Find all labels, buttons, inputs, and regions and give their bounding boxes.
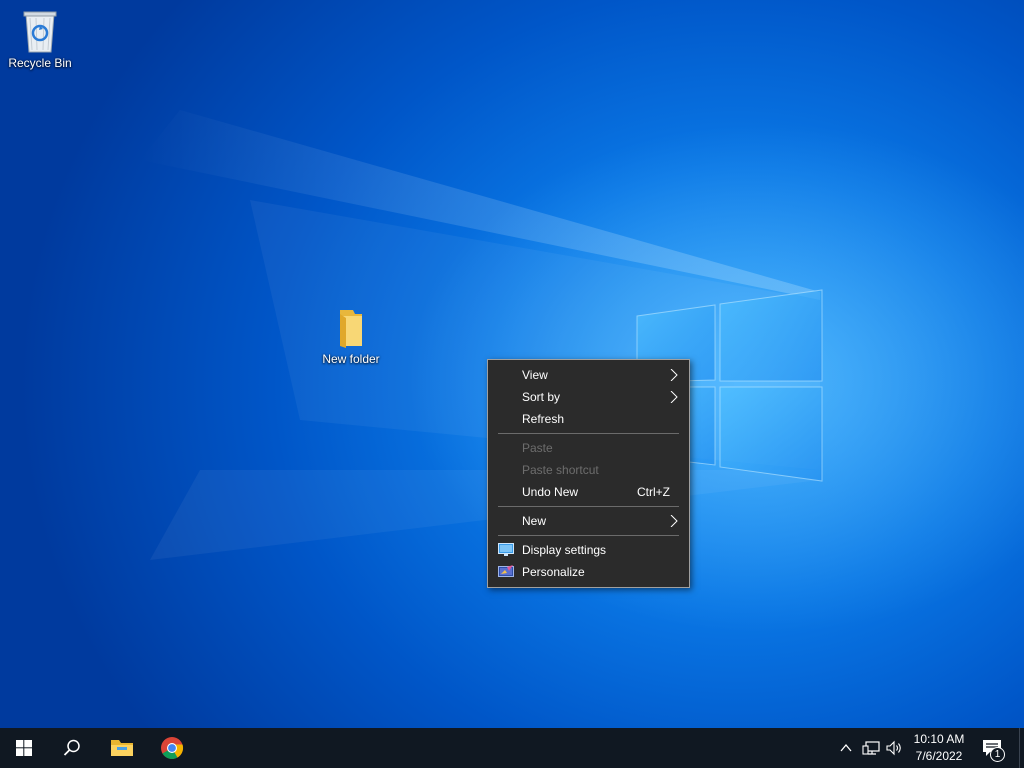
chevron-right-icon xyxy=(670,515,678,527)
menu-item-view[interactable]: View xyxy=(488,364,689,386)
file-explorer-button[interactable] xyxy=(98,728,146,768)
chevron-right-icon xyxy=(670,369,678,381)
chrome-button[interactable] xyxy=(148,728,196,768)
menu-item-new[interactable]: New xyxy=(488,510,689,532)
desktop-icon-label: Recycle Bin xyxy=(8,56,72,70)
menu-item-label: Paste shortcut xyxy=(522,463,599,477)
context-menu: View Sort by Refresh Paste Paste shortcu… xyxy=(487,359,690,588)
taskbar: 10:10 AM 7/6/2022 1 xyxy=(0,728,1024,768)
menu-item-undo-new[interactable]: Undo New Ctrl+Z xyxy=(488,481,689,503)
network-icon[interactable] xyxy=(862,740,880,756)
menu-item-label: Undo New xyxy=(522,485,579,499)
menu-item-display-settings[interactable]: Display settings xyxy=(488,539,689,561)
notification-count: 1 xyxy=(994,749,1001,760)
recycle-bin-icon xyxy=(23,11,57,53)
menu-item-label: Display settings xyxy=(522,543,607,557)
menu-item-sort-by[interactable]: Sort by xyxy=(488,386,689,408)
menu-item-label: View xyxy=(522,368,548,382)
clock-date: 7/6/2022 xyxy=(915,749,963,763)
menu-item-label: Refresh xyxy=(522,412,565,426)
desktop-icon-label: New folder xyxy=(322,352,380,366)
menu-item-label: Paste xyxy=(522,441,553,455)
menu-separator xyxy=(498,535,679,536)
menu-item-shortcut: Ctrl+Z xyxy=(637,485,670,499)
folder-icon xyxy=(340,310,362,348)
menu-item-label: New xyxy=(522,514,547,528)
personalize-icon xyxy=(498,565,514,577)
show-desktop-button[interactable] xyxy=(1019,728,1024,768)
search-button[interactable] xyxy=(48,728,96,768)
menu-separator xyxy=(498,506,679,507)
windows-logo-icon xyxy=(16,740,32,756)
taskbar-clock[interactable]: 10:10 AM 7/6/2022 xyxy=(900,731,978,765)
menu-item-paste-shortcut: Paste shortcut xyxy=(488,459,689,481)
clock-time: 10:10 AM xyxy=(913,732,965,746)
notification-badge: 1 xyxy=(990,747,1005,762)
chrome-icon xyxy=(161,737,184,759)
desktop-icon-recycle-bin[interactable]: Recycle Bin xyxy=(0,6,80,70)
action-center-button[interactable]: 1 xyxy=(978,728,1018,768)
menu-item-personalize[interactable]: Personalize xyxy=(488,561,689,583)
chevron-right-icon xyxy=(670,391,678,403)
search-icon xyxy=(63,739,80,756)
menu-item-label: Personalize xyxy=(522,565,585,579)
menu-item-label: Sort by xyxy=(522,390,561,404)
desktop-icon-new-folder[interactable]: New folder xyxy=(311,306,391,366)
folder-icon xyxy=(111,740,133,756)
menu-item-refresh[interactable]: Refresh xyxy=(488,408,689,430)
menu-item-paste: Paste xyxy=(488,437,689,459)
start-button[interactable] xyxy=(0,728,48,768)
chevron-up-icon[interactable] xyxy=(840,740,852,756)
menu-separator xyxy=(498,433,679,434)
display-settings-icon xyxy=(498,543,514,556)
desktop[interactable]: Recycle Bin New folder View Sort by Refr… xyxy=(0,0,1024,728)
